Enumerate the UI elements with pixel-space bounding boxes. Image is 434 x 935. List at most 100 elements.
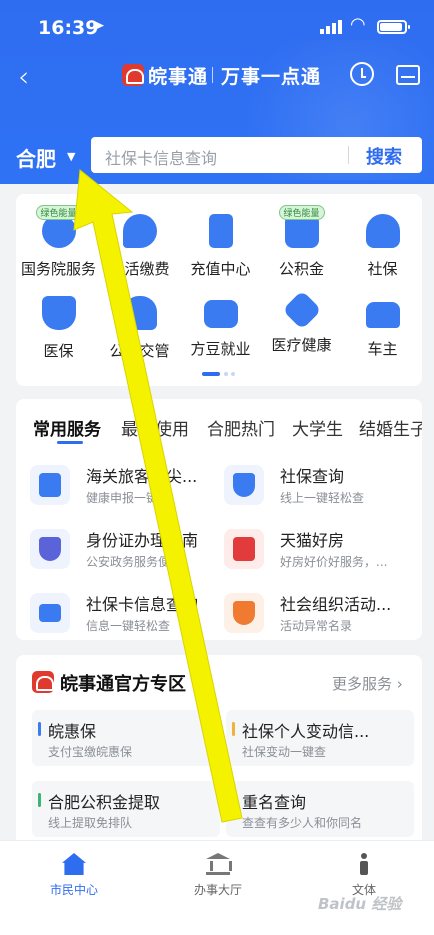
nav-citizen-center[interactable]: 市民中心 <box>24 853 124 898</box>
item-title: 海关旅客指尖... <box>86 467 198 486</box>
status-bar: 16:39 ➤ ◠ <box>0 0 434 52</box>
page-indicator <box>202 372 242 376</box>
shield-plus-icon <box>41 296 76 330</box>
service-medical-insurance[interactable]: 医保 <box>18 296 99 361</box>
tab-hefei-hot[interactable]: 合肥热门 <box>207 415 275 440</box>
tile-accent-bar <box>38 722 41 736</box>
caret-down-icon[interactable]: ▼ <box>67 150 75 163</box>
back-icon[interactable]: ‹ <box>18 60 29 93</box>
housing-fund-icon: 绿色能量 <box>278 205 325 248</box>
timer-icon[interactable] <box>350 62 374 86</box>
heart-icon <box>281 290 322 330</box>
app-slogan: 万事一点通 <box>221 66 322 88</box>
service-label: 充值中心 <box>190 260 251 278</box>
tab-common-services[interactable]: 常用服务 <box>33 415 101 440</box>
tile-subtitle: 支付宝缴皖惠保 <box>48 745 133 759</box>
official-tile-social-change[interactable]: 社保个人变动信... 社保变动一键查 <box>226 710 414 766</box>
service-label: 医保 <box>43 342 74 360</box>
tile-accent-bar <box>232 722 235 736</box>
shield-search-orange-icon <box>224 593 264 633</box>
search-divider <box>348 146 349 164</box>
status-time: 16:39 <box>38 17 99 39</box>
item-title: 社会组织活动... <box>280 595 392 614</box>
search-placeholder: 社保卡信息查询 <box>105 149 218 168</box>
item-subtitle: 线上一键轻松查 <box>280 491 365 505</box>
service-label: 社保 <box>367 260 398 278</box>
hands-heart-icon <box>365 214 400 248</box>
service-item-customs[interactable]: 海关旅客指尖... 健康申报一键填 <box>16 459 206 513</box>
service-traffic-police[interactable]: 公安交管 <box>99 296 180 361</box>
tab-marriage[interactable]: 结婚生子 <box>359 415 422 440</box>
nav-label: 办事大厅 <box>193 883 242 897</box>
service-utility-payment[interactable]: 生活缴费 <box>99 214 180 279</box>
official-tile-wanhuibao[interactable]: 皖惠保 支付宝缴皖惠保 <box>32 710 220 766</box>
more-services-link[interactable]: 更多服务 › <box>332 673 403 694</box>
tile-title: 重名查询 <box>242 793 307 812</box>
tab-recent[interactable]: 最近使用 <box>121 415 189 440</box>
city-selector[interactable]: 合肥 <box>16 143 56 172</box>
service-label: 医疗健康 <box>271 336 332 354</box>
item-subtitle: 健康申报一键填 <box>86 491 171 505</box>
green-energy-badge: 绿色能量 <box>278 205 325 220</box>
item-subtitle: 公安政务服务便民 <box>86 555 183 569</box>
tab-college-students[interactable]: 大学生 <box>292 415 343 440</box>
baidu-watermark: Baidu 经验 <box>318 895 402 913</box>
service-healthcare[interactable]: 医疗健康 <box>261 290 342 355</box>
home-icon <box>62 853 86 875</box>
service-employment[interactable]: 方豆就业 <box>180 296 261 359</box>
police-badge-icon <box>30 529 70 569</box>
nav-row: ‹ 皖事通 万事一点通 <box>0 52 434 102</box>
service-item-social-security-query[interactable]: 社保查询 线上一键轻松查 <box>210 459 400 513</box>
nav-label: 市民中心 <box>49 883 98 897</box>
briefcase-icon <box>203 300 238 328</box>
location-arrow-icon: ➤ <box>93 18 105 34</box>
service-item-social-card-query[interactable]: 社保卡信息查询 信息一键轻松查 <box>16 587 206 641</box>
service-recharge[interactable]: 充值中心 <box>180 214 261 279</box>
official-tile-housing-fund[interactable]: 合肥公积金提取 线上提取免排队 <box>32 781 220 837</box>
wallet-icon[interactable] <box>396 65 420 85</box>
page-dot-active <box>202 372 220 376</box>
service-label: 车主 <box>367 340 398 358</box>
official-tile-name-query[interactable]: 重名查询 查查有多少人和你同名 <box>226 781 414 837</box>
tab-underline <box>57 441 83 444</box>
app-logo-icon <box>122 64 144 86</box>
item-title: 社保卡信息查询 <box>86 595 199 614</box>
tile-subtitle: 线上提取免排队 <box>48 816 133 830</box>
item-subtitle: 活动异常名录 <box>280 619 353 633</box>
tile-accent-bar <box>232 793 235 807</box>
nav-culture-sports[interactable]: 文体 <box>314 853 414 898</box>
service-item-tmall-housing[interactable]: 天猫好房 好房好价好服务，... <box>210 523 400 577</box>
search-input[interactable]: 社保卡信息查询 搜索 <box>91 137 422 173</box>
search-button[interactable]: 搜索 <box>366 143 402 169</box>
service-social-security[interactable]: 社保 <box>342 214 423 279</box>
bottom-nav: 市民中心 办事大厅 文体 <box>0 840 434 935</box>
tile-subtitle: 社保变动一键查 <box>242 745 327 759</box>
service-label: 国务院服务 <box>20 260 96 278</box>
item-title: 天猫好房 <box>280 531 345 550</box>
service-item-social-org[interactable]: 社会组织活动... 活动异常名录 <box>210 587 400 641</box>
item-title: 身份证办理指南 <box>86 531 199 550</box>
item-title: 社保查询 <box>280 467 345 486</box>
shield-search-icon <box>224 465 264 505</box>
battery-icon <box>377 20 410 34</box>
services-tabs-card: 常用服务 最近使用 合肥热门 大学生 结婚生子 海关旅客指尖... 健康申报一键… <box>16 399 422 640</box>
service-car-owner[interactable]: 车主 <box>342 296 423 359</box>
water-drop-icon <box>122 214 157 248</box>
wifi-icon: ◠ <box>350 14 366 35</box>
service-housing-fund[interactable]: 绿色能量 公积金 <box>261 205 342 279</box>
service-state-council[interactable]: 绿色能量 国务院服务 <box>18 205 99 279</box>
title-separator <box>212 67 213 83</box>
nav-service-hall[interactable]: 办事大厅 <box>168 853 268 898</box>
info-person-icon <box>352 853 376 875</box>
item-subtitle: 好房好价好服务，... <box>280 555 388 569</box>
service-label: 生活缴费 <box>109 260 170 278</box>
tile-accent-bar <box>38 793 41 807</box>
robot-icon: 绿色能量 <box>35 205 82 248</box>
service-item-id-card-guide[interactable]: 身份证办理指南 公安政务服务便民 <box>16 523 206 577</box>
building-icon <box>206 853 232 875</box>
tile-subtitle: 查查有多少人和你同名 <box>242 816 363 830</box>
police-cap-icon <box>122 296 157 330</box>
app-name: 皖事通 <box>148 66 209 88</box>
app-logo-icon <box>32 671 54 693</box>
app-header: 16:39 ➤ ◠ ‹ 皖事通 万事一点通 合肥 ▼ 社保卡信息查询 搜索 <box>0 0 434 184</box>
